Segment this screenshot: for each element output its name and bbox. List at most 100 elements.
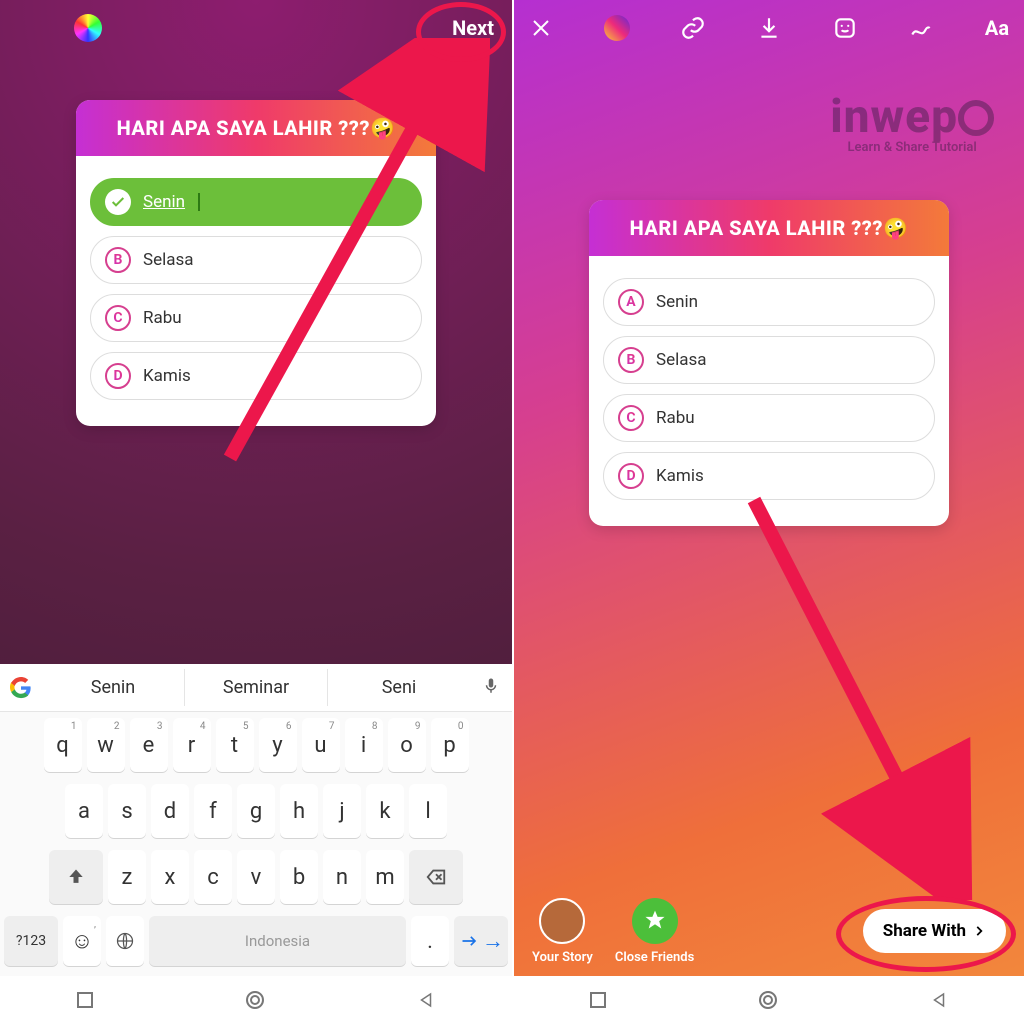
backspace-key[interactable] (409, 850, 463, 904)
key-y[interactable]: y6 (259, 718, 297, 772)
quiz-emoji: 🤪 (883, 216, 908, 240)
key-h[interactable]: h (280, 784, 318, 838)
key-f[interactable]: f (194, 784, 232, 838)
quiz-option-b[interactable]: B Selasa (603, 336, 935, 384)
close-icon[interactable] (526, 13, 556, 43)
quiz-option-label: Senin (143, 192, 185, 212)
key-u[interactable]: u7 (302, 718, 340, 772)
key-v[interactable]: v (237, 850, 275, 904)
key-row-2: asdfghjkl (0, 778, 512, 844)
quiz-title-text: HARI APA SAYA LAHIR ??? (117, 116, 370, 140)
quiz-option-d[interactable]: D Kamis (603, 452, 935, 500)
avatar-icon (539, 898, 585, 944)
share-label: Your Story (532, 950, 593, 965)
period-key[interactable]: . (411, 916, 449, 966)
key-e[interactable]: e3 (130, 718, 168, 772)
key-g[interactable]: g (237, 784, 275, 838)
key-q[interactable]: q1 (44, 718, 82, 772)
draw-icon[interactable] (906, 13, 936, 43)
symbols-key[interactable]: ?123 (4, 916, 58, 966)
quiz-option-c[interactable]: C Rabu (603, 394, 935, 442)
quiz-card[interactable]: HARI APA SAYA LAHIR ???🤪 Senin B Selasa … (76, 100, 436, 426)
key-row-1: q1w2e3r4t5y6u7i8o9p0 (0, 712, 512, 778)
link-icon[interactable] (678, 13, 708, 43)
home-icon[interactable] (246, 991, 264, 1009)
key-j[interactable]: j (323, 784, 361, 838)
quiz-option-label: Senin (656, 292, 698, 312)
home-icon[interactable] (759, 991, 777, 1009)
option-letter: B (618, 347, 644, 373)
key-k[interactable]: k (366, 784, 404, 838)
key-w[interactable]: w2 (87, 718, 125, 772)
back-icon[interactable] (930, 991, 948, 1009)
option-letter: C (618, 405, 644, 431)
google-icon[interactable] (0, 677, 42, 699)
suggestion[interactable]: Seminar (184, 669, 327, 706)
key-l[interactable]: l (409, 784, 447, 838)
color-picker-icon[interactable] (74, 14, 102, 42)
quiz-option-a[interactable]: Senin (90, 178, 422, 226)
quiz-options: A Senin B Selasa C Rabu D Kamis (589, 256, 949, 526)
quiz-option-label: Selasa (656, 350, 707, 370)
key-row-4: ?123 ☺, Indonesia . → (0, 910, 512, 976)
download-icon[interactable] (754, 13, 784, 43)
screenshot-right: Aa inwep Learn & Share Tutorial HARI APA… (512, 0, 1024, 1024)
emoji-key[interactable]: ☺, (63, 916, 101, 966)
key-d[interactable]: d (151, 784, 189, 838)
editor-topbar: Next (0, 0, 512, 56)
share-with-button[interactable]: Share With (863, 909, 1006, 953)
key-n[interactable]: n (323, 850, 361, 904)
key-s[interactable]: s (108, 784, 146, 838)
recent-apps-icon[interactable] (590, 992, 606, 1008)
recent-apps-icon[interactable] (77, 992, 93, 1008)
mic-icon[interactable] (470, 677, 512, 699)
quiz-option-c[interactable]: C Rabu (90, 294, 422, 342)
watermark-brand: inwep (830, 90, 994, 144)
key-r[interactable]: r4 (173, 718, 211, 772)
space-key[interactable]: Indonesia (149, 916, 406, 966)
text-tool-icon[interactable]: Aa (982, 13, 1012, 43)
quiz-options: Senin B Selasa C Rabu D Kamis (76, 156, 436, 426)
keyboard[interactable]: Senin Seminar Seni q1w2e3r4t5y6u7i8o9p0 … (0, 664, 512, 976)
key-t[interactable]: t5 (216, 718, 254, 772)
key-o[interactable]: o9 (388, 718, 426, 772)
key-a[interactable]: a (65, 784, 103, 838)
key-p[interactable]: p0 (431, 718, 469, 772)
filter-icon[interactable] (602, 13, 632, 43)
key-b[interactable]: b (280, 850, 318, 904)
quiz-title: HARI APA SAYA LAHIR ???🤪 (589, 200, 949, 256)
share-your-story[interactable]: Your Story (532, 898, 593, 965)
language-key[interactable] (106, 916, 144, 966)
key-c[interactable]: c (194, 850, 232, 904)
share-close-friends[interactable]: Close Friends (615, 898, 694, 965)
quiz-option-a[interactable]: A Senin (603, 278, 935, 326)
suggestion[interactable]: Seni (327, 669, 470, 706)
key-m[interactable]: m (366, 850, 404, 904)
enter-key[interactable]: → (454, 916, 508, 966)
quiz-title: HARI APA SAYA LAHIR ???🤪 (76, 100, 436, 156)
quiz-option-label: Selasa (143, 250, 194, 270)
quiz-option-label: Kamis (143, 366, 191, 386)
check-icon (105, 189, 131, 215)
option-letter: A (618, 289, 644, 315)
key-row-3: zxcvbnm (0, 844, 512, 910)
story-toolbar: Aa (514, 0, 1024, 56)
option-letter: C (105, 305, 131, 331)
shift-key[interactable] (49, 850, 103, 904)
key-i[interactable]: i8 (345, 718, 383, 772)
suggestion[interactable]: Senin (42, 669, 184, 706)
back-icon[interactable] (417, 991, 435, 1009)
next-button[interactable]: Next (448, 10, 498, 46)
share-label: Close Friends (615, 950, 694, 965)
android-nav-bar (514, 976, 1024, 1024)
sticker-icon[interactable] (830, 13, 860, 43)
watermark: inwep Learn & Share Tutorial (830, 90, 994, 155)
watermark-tagline: Learn & Share Tutorial (830, 140, 994, 155)
option-letter: D (105, 363, 131, 389)
option-letter: D (618, 463, 644, 489)
quiz-option-b[interactable]: B Selasa (90, 236, 422, 284)
quiz-card[interactable]: HARI APA SAYA LAHIR ???🤪 A Senin B Selas… (589, 200, 949, 526)
key-z[interactable]: z (108, 850, 146, 904)
key-x[interactable]: x (151, 850, 189, 904)
quiz-option-d[interactable]: D Kamis (90, 352, 422, 400)
